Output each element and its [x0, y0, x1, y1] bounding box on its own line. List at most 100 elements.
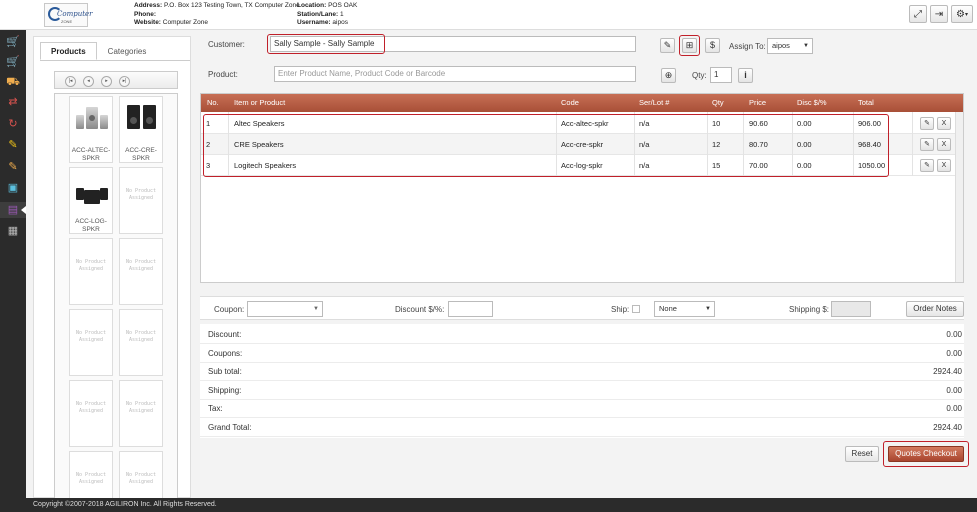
product-card-empty[interactable]: No Product Assigned	[69, 380, 113, 447]
logo-text: Computer	[57, 10, 93, 18]
total-row-shipping: Shipping: 0.00	[200, 382, 964, 400]
product-card-altec[interactable]: ACC-ALTEC-SPKR	[69, 96, 113, 163]
product-card-empty[interactable]: No Product Assigned	[119, 167, 163, 234]
username-value: aipos	[332, 19, 348, 26]
address-label: Address:	[134, 2, 163, 9]
total-row-subtotal: Sub total: 2924.40	[200, 363, 964, 381]
qty-input[interactable]: 1	[710, 67, 732, 83]
station-value: 1	[339, 10, 344, 18]
fullscreen-icon: ⤢	[914, 8, 922, 20]
settings-button[interactable]: ⚙ ▾	[951, 5, 973, 23]
product-card-logitech[interactable]: ACC-LOG-SPKR	[69, 167, 113, 234]
nav-table-icon[interactable]: ▦	[7, 225, 19, 237]
shipping-input[interactable]	[831, 301, 871, 317]
table-rows-highlight	[203, 114, 889, 177]
coupon-label: Coupon:	[214, 305, 245, 314]
nav-edit-icon[interactable]: ✎	[7, 139, 19, 151]
add-customer-highlight	[679, 35, 700, 56]
discount-label: Discount $/%:	[395, 305, 445, 314]
product-card-empty[interactable]: No Product Assigned	[69, 238, 113, 305]
dollar-icon: $	[709, 40, 715, 50]
discount-input[interactable]	[448, 301, 493, 317]
nav-money-icon[interactable]: ▣	[7, 182, 19, 194]
product-info-button[interactable]: i	[738, 68, 753, 83]
first-page-icon[interactable]: |◂	[65, 76, 76, 87]
order-notes-button[interactable]: Order Notes	[906, 301, 964, 317]
product-card-empty[interactable]: No Product Assigned	[119, 451, 163, 498]
price-button[interactable]: $	[705, 38, 720, 53]
product-card-cre[interactable]: ACC-CRE-SPKR	[119, 96, 163, 163]
assign-to-value: aipos	[772, 41, 790, 50]
logout-icon: ⇥	[934, 8, 944, 20]
total-row-coupons: Coupons: 0.00	[200, 345, 964, 363]
table-scrollbar[interactable]	[955, 112, 963, 282]
total-value: 0.00	[946, 404, 962, 413]
nav-transfer-icon[interactable]: ⇄	[7, 96, 19, 108]
nav-cart-icon[interactable]: 🛒	[6, 36, 20, 48]
product-card-label: ACC-CRE-SPKR	[125, 147, 157, 162]
tab-divider	[40, 60, 190, 61]
edit-row-button[interactable]: ✎	[920, 138, 934, 151]
edit-row-button[interactable]: ✎	[920, 117, 934, 130]
assign-to-label: Assign To:	[729, 42, 766, 51]
info-icon: i	[744, 70, 747, 80]
nav-refresh-icon[interactable]: ↻	[7, 118, 19, 130]
coupon-select[interactable]: ▼	[247, 301, 323, 317]
caret-down-icon: ▼	[313, 306, 319, 312]
last-page-icon[interactable]: ▸|	[119, 76, 130, 87]
product-card-empty[interactable]: No Product Assigned	[69, 309, 113, 376]
product-tabs: Products Categories	[40, 42, 157, 60]
caret-down-icon: ▼	[803, 43, 809, 49]
nav-edit-orange-icon[interactable]: ✎	[7, 161, 19, 173]
total-value: 2924.40	[933, 367, 962, 376]
left-nav: 🛒 🛒 ⛟ ⇄ ↻ ✎ ✎ ▣ ▤ ▦	[0, 30, 26, 498]
product-card-label: ACC-ALTEC-SPKR	[71, 147, 111, 162]
app-header: Computer ZONE Address: P.O. Box 123 Test…	[0, 0, 977, 30]
nav-cart-outline-icon[interactable]: ⛟	[6, 76, 20, 88]
total-row-tax: Tax: 0.00	[200, 400, 964, 418]
product-card-empty-label: No Product Assigned	[125, 401, 157, 414]
remove-row-button[interactable]: X	[937, 117, 951, 130]
product-card-empty[interactable]: No Product Assigned	[119, 309, 163, 376]
col-serial: Ser/Lot #	[639, 98, 670, 107]
assign-to-select[interactable]: aipos ▼	[767, 38, 813, 54]
add-product-button[interactable]: ⊕	[661, 68, 676, 83]
product-card-empty[interactable]: No Product Assigned	[119, 380, 163, 447]
nav-document-icon[interactable]: ▤	[7, 204, 19, 216]
nav-cart-orange-icon[interactable]: 🛒	[6, 56, 20, 68]
remove-row-button[interactable]: X	[937, 159, 951, 172]
location-label: Location:	[297, 2, 327, 9]
tab-products[interactable]: Products	[40, 42, 97, 60]
product-card-empty[interactable]: No Product Assigned	[119, 238, 163, 305]
col-no: No.	[207, 98, 219, 107]
header-actions: ⤢ ⇥ ⚙ ▾	[909, 5, 973, 23]
shipping-label: Shipping $:	[789, 305, 830, 314]
reset-button[interactable]: Reset	[845, 446, 879, 462]
product-search-input[interactable]: Enter Product Name, Product Code or Barc…	[274, 66, 636, 82]
product-grid: ACC-ALTEC-SPKR ACC-CRE-SPKR ACC-LOG-SPKR…	[54, 93, 178, 499]
total-label: Discount:	[208, 330, 242, 339]
plus-icon: ⊕	[664, 70, 673, 80]
edit-icon: ✎	[663, 40, 672, 50]
tab-categories[interactable]: Categories	[97, 42, 158, 60]
total-label: Grand Total:	[208, 423, 252, 432]
edit-customer-button[interactable]: ✎	[660, 38, 675, 53]
total-row-discount: Discount: 0.00	[200, 326, 964, 344]
logout-button[interactable]: ⇥	[930, 5, 948, 23]
fullscreen-button[interactable]: ⤢	[909, 5, 927, 23]
website-value: Computer Zone	[162, 19, 208, 26]
product-card-empty[interactable]: No Product Assigned	[69, 451, 113, 498]
remove-row-button[interactable]: X	[937, 138, 951, 151]
ship-method-select[interactable]: None ▼	[654, 301, 715, 317]
product-card-empty-label: No Product Assigned	[75, 472, 107, 485]
total-label: Coupons:	[208, 349, 243, 358]
edit-row-button[interactable]: ✎	[920, 159, 934, 172]
total-value: 0.00	[946, 349, 962, 358]
product-card-empty-label: No Product Assigned	[75, 330, 107, 343]
order-items-table: No. Item or Product Code Ser/Lot # Qty P…	[200, 93, 964, 283]
ship-checkbox[interactable]	[632, 305, 640, 313]
col-item: Item or Product	[234, 98, 286, 107]
product-card-empty-label: No Product Assigned	[75, 259, 107, 272]
next-page-icon[interactable]: ▸	[101, 76, 112, 87]
prev-page-icon[interactable]: ◂	[83, 76, 94, 87]
